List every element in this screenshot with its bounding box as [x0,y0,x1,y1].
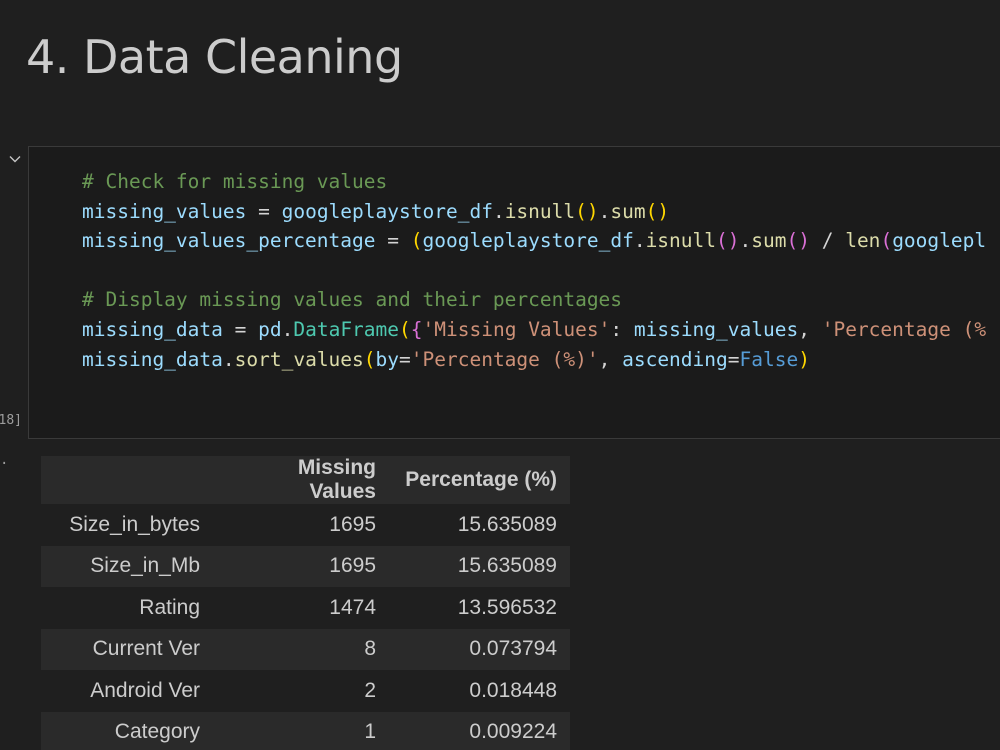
code-token: False [740,348,799,371]
code-token: { [411,318,423,341]
code-line[interactable]: missing_data.sort_values(by='Percentage … [82,345,986,375]
missing-values-cell: 1 [213,712,389,750]
percentage-cell: 15.635089 [389,546,570,588]
code-token: sort_values [235,348,364,371]
code-token: ( [364,348,376,371]
code-token: / [810,229,845,252]
output-marker: · [0,456,8,472]
missing-values-cell: 1695 [213,546,389,588]
table-row: Size_in_Mb 1695 15.635089 [41,546,570,588]
percentage-cell: 15.635089 [389,504,570,546]
code-line[interactable]: missing_values_percentage = (googleplays… [82,226,986,256]
code-line[interactable] [82,256,986,286]
code-line[interactable]: # Check for missing values [82,167,986,197]
code-token: ( [399,318,411,341]
code-token: = [246,200,281,223]
code-token: sum [610,200,645,223]
section-heading: 4. Data Cleaning [26,30,403,84]
code-token: missing_values [634,318,798,341]
code-token: googleplaystore_df [282,200,493,223]
code-token: = [223,318,258,341]
code-line[interactable]: missing_data = pd.DataFrame({'Missing Va… [82,315,986,345]
code-token: missing_data [82,318,223,341]
code-token: () [646,200,669,223]
row-index-label: Category [41,712,213,750]
notebook-page: 4. Data Cleaning # Check for missing val… [0,0,1000,750]
table-row: Android Ver 2 0.018448 [41,670,570,712]
code-token: sum [751,229,786,252]
code-token: , [798,318,821,341]
code-token: DataFrame [293,318,399,341]
code-token: . [282,318,294,341]
missing-values-cell: 1474 [213,587,389,629]
code-token: # Check for missing values [82,170,387,193]
missing-values-cell: 8 [213,629,389,671]
chevron-down-icon [6,150,24,168]
missing-values-column-header: Missing Values [213,456,389,504]
code-line[interactable]: # Display missing values and their perce… [82,285,986,315]
row-index-label: Current Ver [41,629,213,671]
collapse-cell-toggle[interactable] [6,150,24,168]
missing-values-cell: 1695 [213,504,389,546]
code-token: ascending [622,348,728,371]
percentage-cell: 0.018448 [389,670,570,712]
code-token: ( [411,229,423,252]
code-token: isnull [505,200,575,223]
code-token: 'Percentage (% [822,318,986,341]
output-dataframe-table: Missing Values Percentage (%) Size_in_by… [41,456,570,750]
code-token: missing_values_percentage [82,229,376,252]
percentage-cell: 0.009224 [389,712,570,750]
code-token: () [716,229,739,252]
code-token: missing_data [82,348,223,371]
code-token: googleplaystore_df [422,229,633,252]
code-token: pd [258,318,281,341]
row-index-label: Size_in_Mb [41,546,213,588]
code-token: len [845,229,880,252]
execution-count: [18] [0,413,22,428]
code-token: # Display missing values and their perce… [82,288,622,311]
table-row: Category 1 0.009224 [41,712,570,750]
code-token: 'Missing Values' [423,318,611,341]
code-token: ) [798,348,810,371]
code-token: missing_values [82,200,246,223]
table-row: Rating 1474 13.596532 [41,587,570,629]
table-header-row: Missing Values Percentage (%) [41,456,570,504]
code-token: () [786,229,809,252]
code-token: . [493,200,505,223]
index-column-header [41,456,213,504]
code-token: . [740,229,752,252]
code-cell-editor[interactable]: # Check for missing values missing_values… [28,146,1000,439]
table-row: Size_in_bytes 1695 15.635089 [41,504,570,546]
code-line[interactable]: missing_values = googleplaystore_df.isnu… [82,197,986,227]
percentage-cell: 13.596532 [389,587,570,629]
row-index-label: Rating [41,587,213,629]
row-index-label: Size_in_bytes [41,504,213,546]
code-token: . [599,200,611,223]
row-index-label: Android Ver [41,670,213,712]
code-token: googlepl [892,229,986,252]
code-token: . [223,348,235,371]
code-token: = [399,348,411,371]
code-token: 'Percentage (%)' [411,348,599,371]
missing-values-cell: 2 [213,670,389,712]
code-token: by [376,348,399,371]
percentage-column-header: Percentage (%) [389,456,570,504]
code-token: = [376,229,411,252]
table-row: Current Ver 8 0.073794 [41,629,570,671]
code-token: isnull [646,229,716,252]
code-token: () [575,200,598,223]
code-token: ( [880,229,892,252]
code-block[interactable]: # Check for missing values missing_values… [82,167,986,374]
code-token: : [610,318,633,341]
code-token: , [599,348,622,371]
percentage-cell: 0.073794 [389,629,570,671]
code-token: . [634,229,646,252]
code-token: = [728,348,740,371]
